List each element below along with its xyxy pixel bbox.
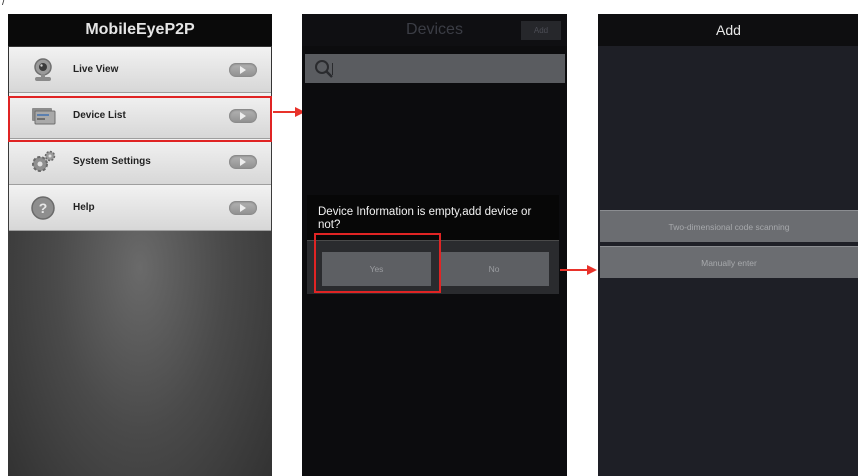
corner-mark: / [2, 0, 6, 8]
add-device-button[interactable]: Add [521, 21, 561, 40]
menu-label-help: Help [73, 202, 95, 213]
add-screen: Add Two-dimensional code scanning Manual… [598, 14, 858, 476]
svg-text:?: ? [39, 200, 48, 216]
play-toggle-icon[interactable] [229, 201, 257, 215]
device-list-highlight [8, 96, 272, 142]
arrow-to-devices [273, 111, 295, 113]
help-icon: ? [29, 194, 57, 222]
qr-scan-button[interactable]: Two-dimensional code scanning [600, 210, 858, 242]
main-menu-screen: MobileEyeP2P Live View Device List Syste… [8, 14, 272, 476]
devices-title-bar: Devices Add [302, 14, 567, 46]
arrow-to-add [560, 269, 587, 271]
camera-icon [29, 56, 57, 84]
arrow-head-icon [587, 265, 597, 275]
menu-label-system-settings: System Settings [73, 156, 151, 167]
app-title: MobileEyeP2P [8, 14, 272, 46]
gears-icon [29, 148, 57, 176]
menu-label-live-view: Live View [73, 64, 119, 75]
yes-highlight [314, 233, 441, 293]
manual-enter-button[interactable]: Manually enter [600, 246, 858, 278]
menu-item-live-view[interactable]: Live View [9, 47, 271, 93]
search-input[interactable] [305, 54, 565, 83]
menu-item-help[interactable]: ? Help [9, 185, 271, 231]
page-title: Add [598, 14, 858, 46]
play-toggle-icon[interactable] [229, 63, 257, 77]
play-toggle-icon[interactable] [229, 155, 257, 169]
devices-screen: Devices Add Device Information is empty,… [302, 14, 567, 476]
dialog-message: Device Information is empty,add device o… [318, 206, 532, 231]
search-icon [314, 59, 334, 84]
menu-item-system-settings[interactable]: System Settings [9, 139, 271, 185]
no-button[interactable]: No [439, 252, 549, 286]
